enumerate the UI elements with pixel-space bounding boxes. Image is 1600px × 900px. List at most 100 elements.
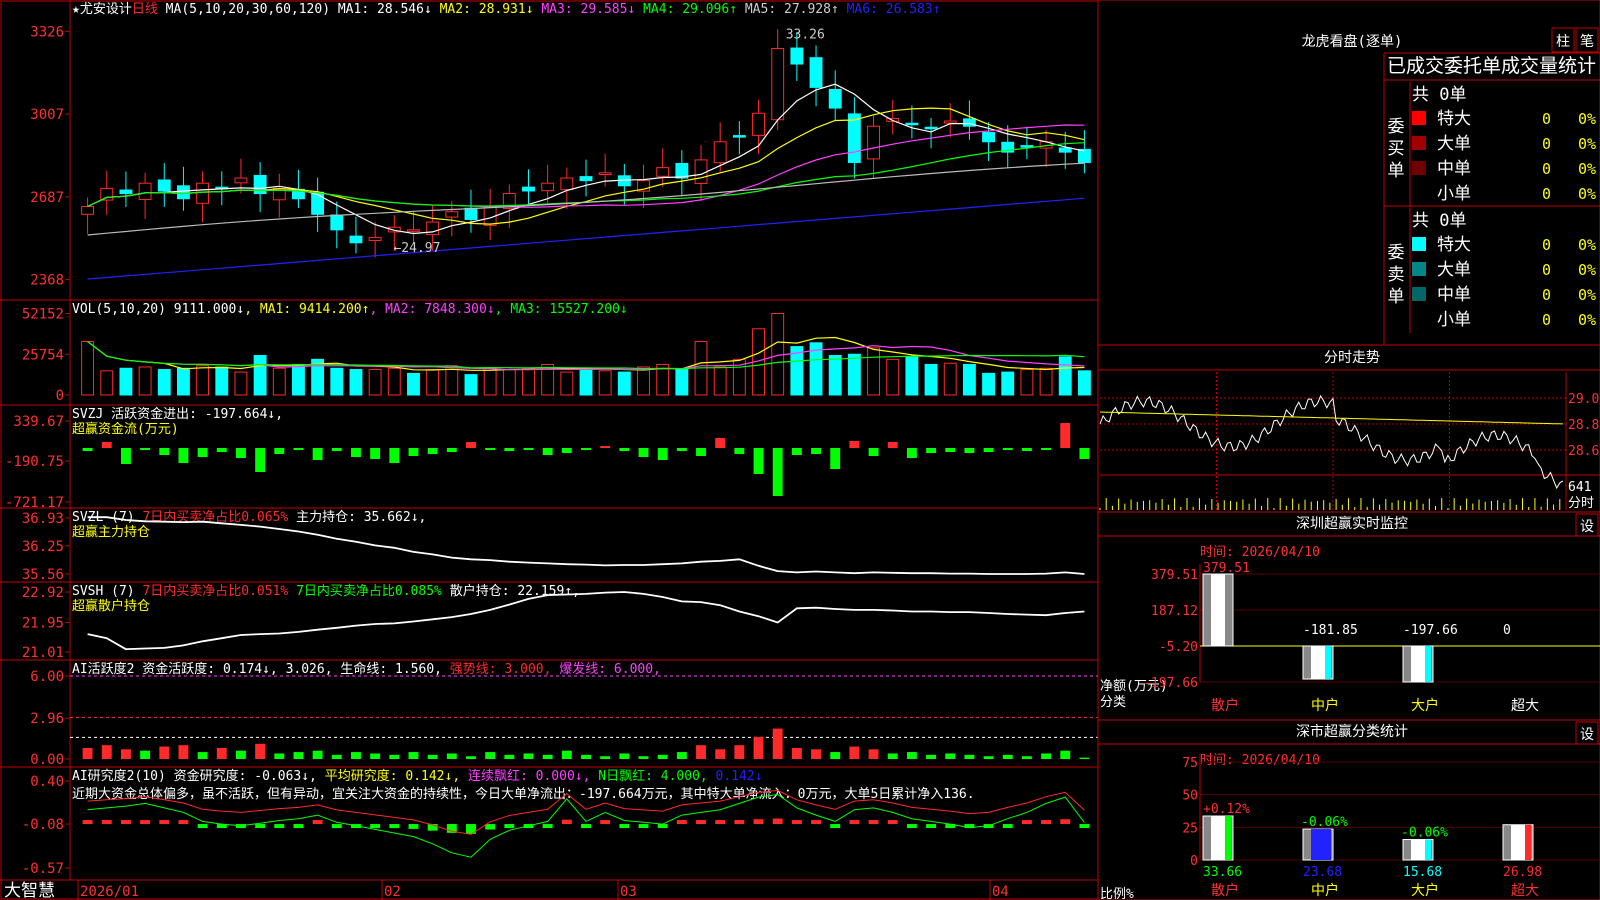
fund-flow-bar[interactable] xyxy=(82,448,93,451)
activity-bar[interactable] xyxy=(600,756,611,759)
volume-bar[interactable] xyxy=(292,363,305,396)
volume-bar[interactable] xyxy=(253,355,267,396)
candle-body[interactable] xyxy=(176,185,190,200)
volume-bar[interactable] xyxy=(924,363,938,396)
fund-flow-bar[interactable] xyxy=(427,448,438,454)
activity-bar[interactable] xyxy=(676,752,687,759)
activity-bar[interactable] xyxy=(619,753,630,759)
volume-bar[interactable] xyxy=(1001,371,1015,396)
activity-bar[interactable] xyxy=(868,749,879,759)
research-bar[interactable] xyxy=(101,820,112,825)
activity-bar[interactable] xyxy=(887,753,898,759)
candle-body[interactable] xyxy=(771,47,785,121)
fund-flow-bar[interactable] xyxy=(1060,423,1071,448)
fund-flow-bar[interactable] xyxy=(159,448,170,455)
ai-research-panel[interactable]: AI研究度2(10) 资金研究度: -0.063↓, 平均研究度: 0.142↓… xyxy=(22,768,1090,877)
research-bar[interactable] xyxy=(1060,819,1071,825)
fund-flow-bar[interactable] xyxy=(312,448,323,460)
ai-activity-panel[interactable]: AI活跃度2 资金活跃度: 0.174↓, 3.026, 生命线: 1.560,… xyxy=(30,661,1098,768)
activity-bar[interactable] xyxy=(466,756,476,759)
right-sidebar[interactable]: 龙虎看盘(逐单) 柱笔已成交委托单成交量统计共 0单委买单特大 0 0%大单 0 0%中单… xyxy=(1097,0,1600,900)
fund-flow-bar[interactable] xyxy=(197,448,208,457)
research-bar[interactable] xyxy=(791,820,802,825)
candle-body[interactable] xyxy=(867,125,880,160)
research-bar[interactable] xyxy=(197,824,208,829)
research-bar[interactable] xyxy=(849,820,860,825)
fund-flow-bar[interactable] xyxy=(504,448,515,451)
volume-bar[interactable] xyxy=(157,369,171,396)
volume-bar[interactable] xyxy=(617,371,631,396)
candle-body[interactable] xyxy=(828,88,842,109)
candle-body[interactable] xyxy=(464,207,478,220)
candle-body[interactable] xyxy=(349,235,363,244)
volume-bar[interactable] xyxy=(330,367,344,396)
fund-flow-bar[interactable] xyxy=(389,448,400,463)
research-bar[interactable] xyxy=(657,824,668,829)
research-bar[interactable] xyxy=(82,820,93,825)
volume-bar[interactable] xyxy=(81,341,95,396)
volume-bar[interactable] xyxy=(713,366,727,396)
fund-flow-bar[interactable] xyxy=(849,441,860,448)
activity-bar[interactable] xyxy=(101,745,112,759)
activity-bar[interactable] xyxy=(351,752,361,759)
volume-bar[interactable] xyxy=(426,369,440,396)
candle-body[interactable] xyxy=(1020,145,1034,148)
fund-flow-bar[interactable] xyxy=(657,448,668,460)
activity-bar[interactable] xyxy=(331,754,342,759)
activity-bar[interactable] xyxy=(849,746,860,759)
volume-bar[interactable] xyxy=(905,356,919,396)
research-bar[interactable] xyxy=(734,820,745,825)
volume-bar[interactable] xyxy=(637,366,650,396)
activity-bar[interactable] xyxy=(370,753,381,759)
activity-bar[interactable] xyxy=(906,752,917,759)
fund-flow-bar[interactable] xyxy=(983,448,994,452)
activity-bar[interactable] xyxy=(485,752,496,759)
fund-flow-bar[interactable] xyxy=(120,448,131,464)
fund-flow-bar[interactable] xyxy=(906,448,917,458)
volume-bar[interactable] xyxy=(368,369,382,396)
candle-body[interactable] xyxy=(368,237,382,241)
fund-flow-bar[interactable] xyxy=(370,448,381,459)
activity-bar[interactable] xyxy=(1079,757,1090,759)
research-bar[interactable] xyxy=(561,819,572,825)
volume-bar[interactable] xyxy=(847,353,861,396)
research-bar[interactable] xyxy=(581,824,591,829)
volume-bar[interactable] xyxy=(407,372,420,396)
activity-bar[interactable] xyxy=(312,750,323,759)
candle-body[interactable] xyxy=(541,182,555,192)
activity-bar[interactable] xyxy=(504,754,515,759)
volume-bar[interactable] xyxy=(943,362,957,396)
chart-workspace[interactable]: ★尤安设计日线 MA(5,10,20,30,60,120) MA1: 28.54… xyxy=(0,0,1600,900)
activity-bar[interactable] xyxy=(772,728,783,759)
research-bar[interactable] xyxy=(1041,820,1052,825)
volume-bar[interactable] xyxy=(962,363,976,396)
volume-bar[interactable] xyxy=(579,367,593,396)
volume-bar[interactable] xyxy=(1058,356,1072,396)
candle-body[interactable] xyxy=(311,191,325,215)
candle-body[interactable] xyxy=(656,167,670,177)
research-bar[interactable] xyxy=(120,820,131,825)
candle-body[interactable] xyxy=(982,132,996,143)
fund-flow-bar[interactable] xyxy=(619,448,630,451)
fund-flow-bar[interactable] xyxy=(236,448,246,458)
candle-body[interactable] xyxy=(330,214,344,231)
activity-bar[interactable] xyxy=(1002,754,1013,759)
candle-body[interactable] xyxy=(847,113,861,163)
fund-flow-bar[interactable] xyxy=(178,448,189,463)
research-bar[interactable] xyxy=(331,824,342,829)
activity-bar[interactable] xyxy=(581,754,591,759)
fund-flow-bar[interactable] xyxy=(542,448,553,455)
activity-bar[interactable] xyxy=(696,745,706,759)
research-bar[interactable] xyxy=(542,824,553,829)
fund-flow-bar[interactable] xyxy=(216,448,227,452)
volume-bar[interactable] xyxy=(982,372,996,396)
activity-bar[interactable] xyxy=(926,754,936,759)
research-bar[interactable] xyxy=(370,824,381,829)
candlestick-panel[interactable]: ★尤安设计日线 MA(5,10,20,30,60,120) MA1: 28.54… xyxy=(30,2,1091,289)
activity-bar[interactable] xyxy=(791,747,802,759)
research-bar[interactable] xyxy=(868,820,879,825)
activity-bar[interactable] xyxy=(964,754,975,759)
volume-bar[interactable] xyxy=(1039,367,1053,396)
activity-bar[interactable] xyxy=(638,756,649,759)
fund-flow-bar[interactable] xyxy=(811,448,821,454)
